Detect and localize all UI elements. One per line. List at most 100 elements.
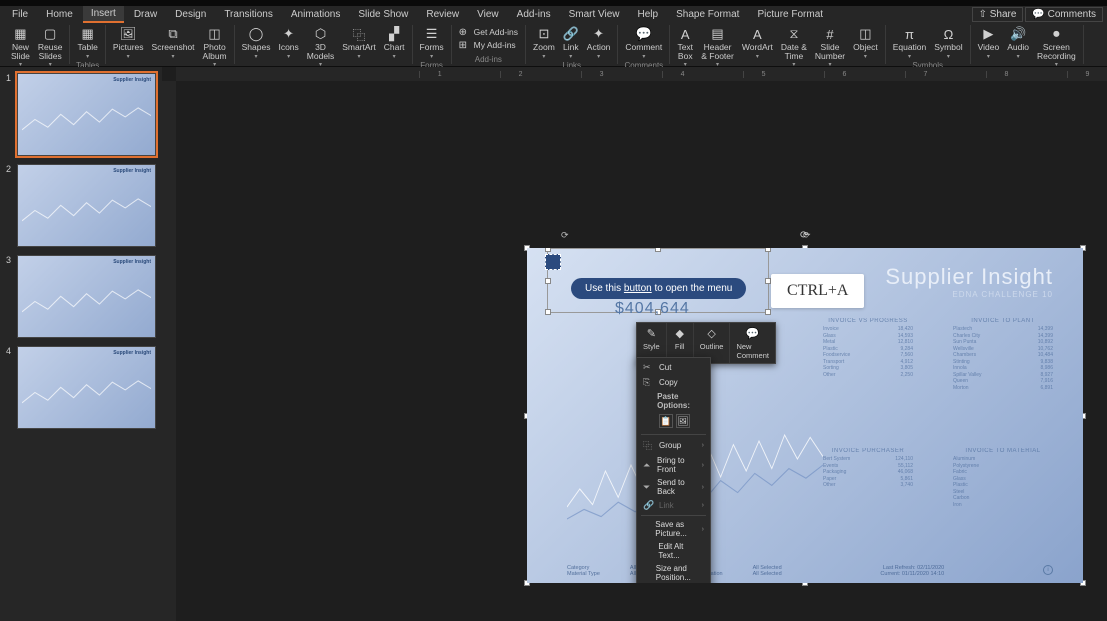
menu-tab-animations[interactable]: Animations — [283, 7, 348, 22]
menu-tab-file[interactable]: File — [4, 7, 36, 22]
ribbon-symbol[interactable]: ΩSymbol▾ — [931, 25, 965, 61]
ribbon-photo-album[interactable]: ◫PhotoAlbum▾ — [200, 25, 230, 69]
menu-tab-help[interactable]: Help — [630, 7, 667, 22]
ribbon-new-slide[interactable]: ▦NewSlide▾ — [8, 25, 33, 69]
ribbon-icon: ⧉ — [165, 26, 181, 42]
paste-option-keep[interactable]: 📋 — [659, 414, 673, 428]
menu-tab-slide-show[interactable]: Slide Show — [350, 7, 416, 22]
context-icon: ✂ — [643, 362, 654, 373]
slide-thumbnails-panel: 1Supplier Insight2Supplier Insight3Suppl… — [0, 67, 162, 621]
ribbon-3d-models[interactable]: ⬡3DModels▾ — [304, 25, 337, 69]
resize-handle[interactable] — [655, 248, 661, 252]
ribbon-screenshot[interactable]: ⧉Screenshot▾ — [149, 25, 198, 61]
minitoolbar-new-comment[interactable]: 💬NewComment — [730, 323, 775, 363]
ribbon-equation[interactable]: πEquation▾ — [890, 25, 930, 61]
ribbon-icon: ◯ — [248, 26, 264, 42]
context-size-and-position-[interactable]: Size and Position... — [637, 562, 710, 583]
minitoolbar-icon: ◆ — [673, 326, 687, 340]
info-icon[interactable]: i — [1043, 565, 1053, 575]
ribbon-video[interactable]: ▶Video▾ — [975, 25, 1003, 61]
context-group[interactable]: ⿻Group› — [637, 437, 710, 454]
ribbon-audio[interactable]: 🔊Audio▾ — [1004, 25, 1032, 61]
slide-thumbnail[interactable]: Supplier Insight — [17, 346, 156, 429]
context-bring-to-front[interactable]: ⏶Bring to Front› — [637, 454, 710, 476]
comments-button[interactable]: 💬 Comments — [1025, 7, 1103, 22]
workspace: 1Supplier Insight2Supplier Insight3Suppl… — [0, 67, 1107, 621]
slide-thumbnail[interactable]: Supplier Insight — [17, 73, 156, 156]
share-button[interactable]: ⇧ Share — [972, 7, 1024, 22]
ribbon-icons[interactable]: ✦Icons▾ — [275, 25, 301, 61]
resize-handle[interactable] — [545, 248, 551, 252]
resize-handle[interactable] — [545, 309, 551, 315]
resize-handle[interactable] — [545, 278, 551, 284]
slide-thumbnail[interactable]: Supplier Insight — [17, 164, 156, 247]
menu-tab-draw[interactable]: Draw — [126, 7, 165, 22]
slide-selection[interactable]: ⟳ Supplier Insight EDNA CHALLENGE 10 — [527, 248, 1083, 583]
ribbon-icon: ☰ — [424, 26, 440, 42]
ribbon-icon: 🔗 — [563, 26, 579, 42]
ribbon-slide-number[interactable]: #SlideNumber▾ — [812, 25, 848, 69]
slide-title: Supplier Insight — [885, 264, 1053, 290]
rotate-handle-icon[interactable]: ⟳ — [800, 230, 808, 241]
callout-text: Use this — [585, 283, 624, 294]
ribbon-icon: Ω — [940, 26, 956, 42]
menu-tab-add-ins[interactable]: Add-ins — [509, 7, 559, 22]
ribbon-screen-recording[interactable]: ⏺ScreenRecording▾ — [1034, 25, 1079, 69]
ribbon-icon: 💬 — [636, 26, 652, 42]
paste-option-picture[interactable]: 🖼 — [676, 414, 690, 428]
ribbon-comment[interactable]: 💬Comment▾ — [622, 25, 665, 61]
context-send-to-back[interactable]: ⏷Send to Back› — [637, 476, 710, 498]
resize-handle[interactable] — [765, 248, 771, 252]
minitoolbar-icon: 💬 — [746, 326, 760, 340]
ribbon-table[interactable]: ▦Table▾ — [74, 25, 100, 61]
ribbon-reuse-slides[interactable]: ▢ReuseSlides▾ — [35, 25, 66, 69]
context-cut[interactable]: ✂Cut — [637, 360, 710, 375]
context-copy[interactable]: ⎘Copy — [637, 375, 710, 390]
ribbon-icon: ⧖ — [786, 26, 802, 42]
ribbon-group-caption: Add-ins — [475, 55, 502, 64]
ribbon-icon: ⊕ — [459, 26, 471, 38]
ribbon-link[interactable]: 🔗Link▾ — [560, 25, 582, 61]
ribbon-date-time[interactable]: ⧖Date &Time▾ — [778, 25, 810, 69]
rotate-handle-icon[interactable]: ⟳ — [561, 230, 569, 241]
ribbon-zoom[interactable]: ⊡Zoom▾ — [530, 25, 558, 61]
ctrl-a-label: CTRL+A — [771, 274, 864, 308]
ribbon-icon: ▢ — [42, 26, 58, 42]
ribbon-wordart[interactable]: AWordArt▾ — [739, 25, 776, 61]
ribbon-text-box[interactable]: ATextBox▾ — [674, 25, 696, 69]
context-save-as-picture-[interactable]: Save as Picture...› — [637, 518, 710, 540]
ribbon-get-add-ins[interactable]: ⊕Get Add-ins — [459, 26, 518, 38]
menu-tab-design[interactable]: Design — [167, 7, 214, 22]
ribbon-shapes[interactable]: ◯Shapes▾ — [239, 25, 274, 61]
ribbon-object[interactable]: ◫Object▾ — [850, 25, 881, 61]
ribbon-icon: ▞ — [386, 26, 402, 42]
ribbon-icon: ▤ — [710, 26, 726, 42]
menu-tab-picture-format[interactable]: Picture Format — [749, 7, 831, 22]
menu-tab-insert[interactable]: Insert — [83, 6, 124, 23]
data-block-material: INVOICE TO MATERIALAluminumPolystyreneFa… — [953, 448, 1053, 508]
callout-bubble[interactable]: Use this button to open the menu — [571, 278, 746, 299]
ribbon-chart[interactable]: ▞Chart▾ — [381, 25, 408, 61]
ribbon-pictures[interactable]: 🖼Pictures▾ — [110, 25, 147, 61]
slide-thumbnail[interactable]: Supplier Insight — [17, 255, 156, 338]
slide-canvas[interactable]: Supplier Insight EDNA CHALLENGE 10 Use t… — [527, 248, 1083, 583]
ribbon-action[interactable]: ✦Action▾ — [584, 25, 614, 61]
context-edit-alt-text-[interactable]: Edit Alt Text... — [637, 540, 710, 562]
menu-tab-shape-format[interactable]: Shape Format — [668, 7, 747, 22]
ribbon-header-footer[interactable]: ▤Header& Footer▾ — [698, 25, 737, 69]
menu-tab-transitions[interactable]: Transitions — [216, 7, 281, 22]
ribbon-icon: A — [749, 26, 765, 42]
ribbon-my-add-ins[interactable]: ⊞My Add-ins — [459, 39, 518, 51]
ribbon-forms[interactable]: ☰Forms▾ — [417, 25, 447, 61]
menu-tab-home[interactable]: Home — [38, 7, 81, 22]
menu-tab-review[interactable]: Review — [418, 7, 467, 22]
ribbon-icon: ▦ — [12, 26, 28, 42]
thumb-number: 2 — [6, 164, 14, 247]
ribbon-smartart[interactable]: ⿻SmartArt▾ — [339, 25, 379, 61]
menu-tab-smart-view[interactable]: Smart View — [561, 7, 628, 22]
horizontal-ruler: 123456789 — [176, 67, 1107, 81]
menu-tab-view[interactable]: View — [469, 7, 507, 22]
menu-button-shape[interactable] — [545, 254, 561, 270]
ribbon-icon: ▶ — [980, 26, 996, 42]
resize-handle[interactable] — [765, 309, 771, 315]
